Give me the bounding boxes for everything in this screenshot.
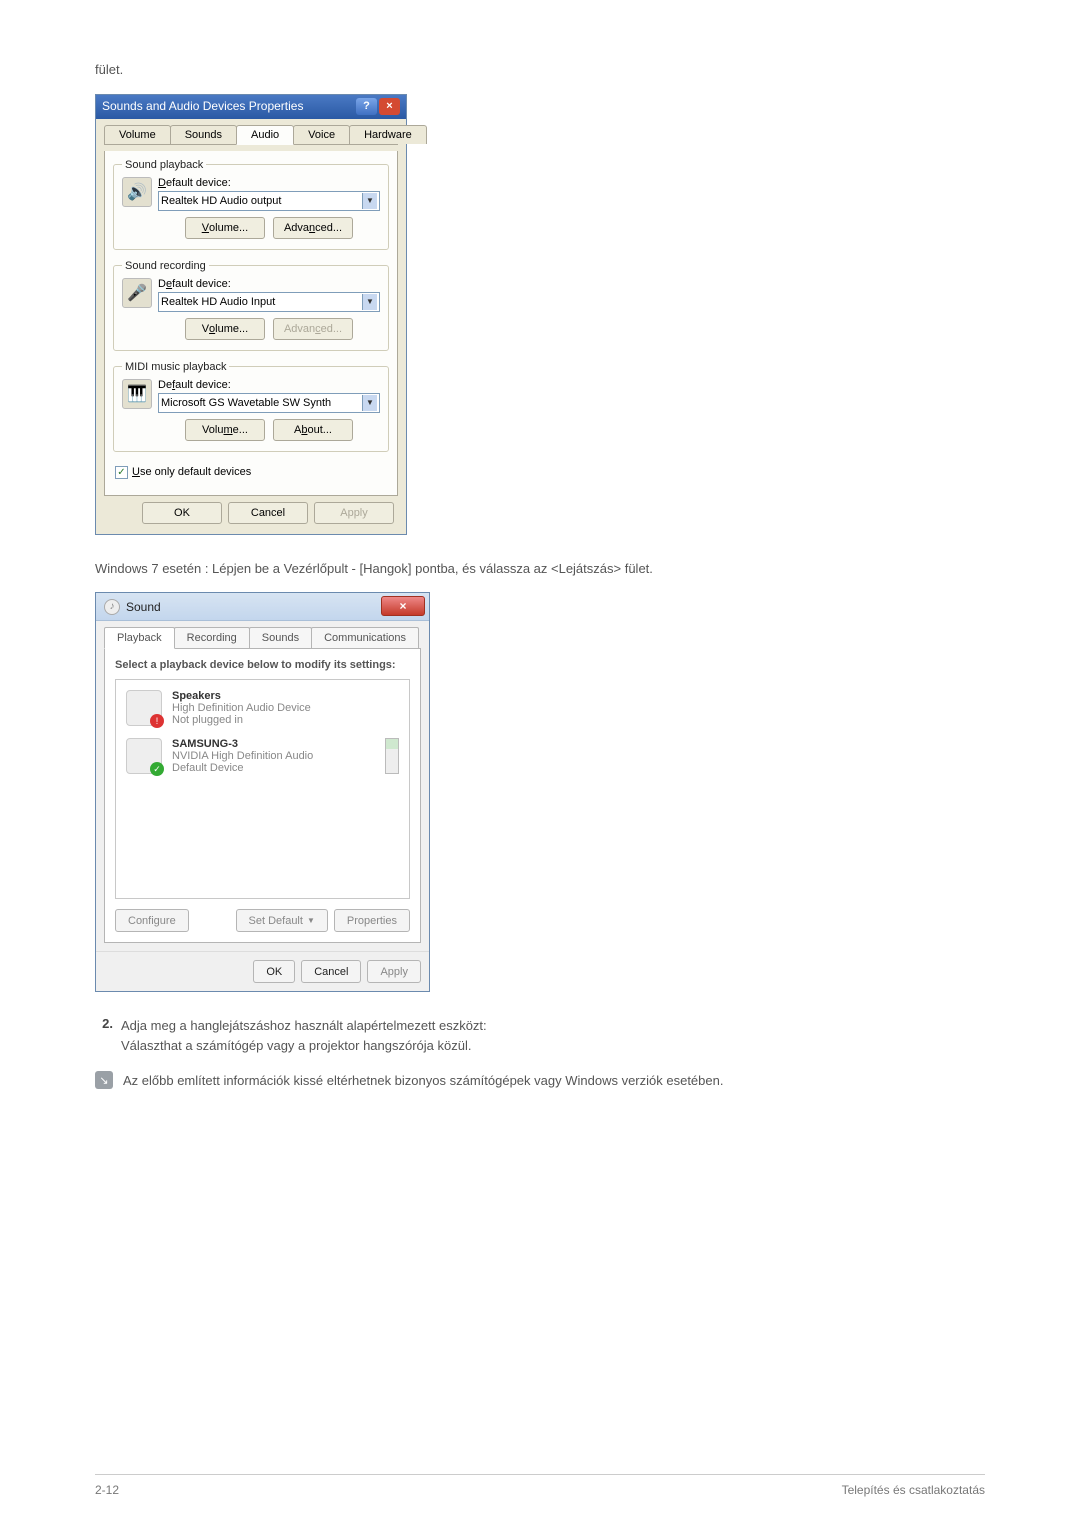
use-default-label: Use only default devices [132,466,251,478]
midi-volume-button[interactable]: Volume... [185,419,265,441]
close-icon[interactable]: × [381,596,425,616]
win7-sound-dialog: ♪ Sound × Playback Recording Sounds Comm… [95,592,430,992]
ok-button[interactable]: OK [142,502,222,524]
win7-instruction-text: Windows 7 esetén : Lépjen be a Vezérlőpu… [95,559,985,579]
device-item-samsung[interactable]: ✓ SAMSUNG-3 NVIDIA High Definition Audio… [120,732,405,780]
w7-titlebar: ♪ Sound × [96,593,429,621]
device-item-speakers[interactable]: ! Speakers High Definition Audio Device … [120,684,405,732]
group-sound-recording: Sound recording 🎤 Default device: Realte… [113,260,389,351]
xp-tabs: Volume Sounds Audio Voice Hardware [104,125,398,145]
device-status: Default Device [172,762,399,774]
recording-default-label: Default device: [158,278,380,290]
tab-sounds[interactable]: Sounds [249,627,312,648]
xp-audio-dialog: Sounds and Audio Devices Properties ? × … [95,94,407,535]
apply-button: Apply [367,960,421,983]
tab-playback[interactable]: Playback [104,627,175,649]
device-sub: High Definition Audio Device [172,702,399,714]
tab-volume[interactable]: Volume [104,125,171,144]
device-status: Not plugged in [172,714,399,726]
w7-dialog-actions: OK Cancel Apply [96,951,429,991]
midi-about-button[interactable]: About... [273,419,353,441]
playback-advanced-button[interactable]: Advanced... [273,217,353,239]
note-icon [95,1071,113,1089]
properties-button[interactable]: Properties [334,909,410,932]
tab-recording[interactable]: Recording [174,627,250,648]
cancel-button[interactable]: Cancel [228,502,308,524]
legend-recording: Sound recording [122,260,209,272]
xp-titlebar: Sounds and Audio Devices Properties ? × [96,95,406,119]
legend-midi: MIDI music playback [122,361,229,373]
chevron-down-icon: ▼ [307,916,315,925]
legend-playback: Sound playback [122,159,206,171]
cancel-button[interactable]: Cancel [301,960,361,983]
tab-hardware[interactable]: Hardware [349,125,427,144]
xp-window-title: Sounds and Audio Devices Properties [102,99,303,113]
step-line1: Adja meg a hanglejátszáshoz használt ala… [121,1016,985,1036]
page-number: 2-12 [95,1483,119,1497]
group-midi-playback: MIDI music playback 🎹 Default device: Mi… [113,361,389,452]
playback-device-select[interactable]: Realtek HD Audio output ▼ [158,191,380,211]
close-icon[interactable]: × [379,98,400,115]
playback-volume-button[interactable]: Volume... [185,217,265,239]
note-text: Az előbb említett információk kissé elté… [123,1071,985,1091]
chevron-down-icon: ▼ [362,294,377,310]
w7-window-title: Sound [126,600,161,614]
section-title: Telepítés és csatlakoztatás [842,1483,985,1497]
set-default-button[interactable]: Set Default▼ [236,909,328,932]
tab-communications[interactable]: Communications [311,627,419,648]
midi-default-label: Default device: [158,379,380,391]
step-line2: Választhat a számítógép vagy a projektor… [121,1036,985,1056]
check-badge-icon: ✓ [150,762,164,776]
recording-device-value: Realtek HD Audio Input [161,296,275,308]
use-default-devices-row[interactable]: ✓ Use only default devices [113,462,389,487]
recording-advanced-button: Advanced... [273,318,353,340]
playback-device-value: Realtek HD Audio output [161,195,281,207]
intro-text: fület. [95,60,985,80]
apply-button: Apply [314,502,394,524]
speaker-device-icon: ! [126,690,162,726]
chevron-down-icon: ▼ [362,395,377,411]
tab-sounds[interactable]: Sounds [170,125,237,144]
sound-icon: ♪ [104,599,120,615]
tab-voice[interactable]: Voice [293,125,350,144]
playback-default-label: Default device: [158,177,380,189]
microphone-icon: 🎤 [122,278,152,308]
midi-device-value: Microsoft GS Wavetable SW Synth [161,397,331,409]
device-sub: NVIDIA High Definition Audio [172,750,399,762]
midi-device-select[interactable]: Microsoft GS Wavetable SW Synth ▼ [158,393,380,413]
chevron-down-icon: ▼ [362,193,377,209]
w7-instruction: Select a playback device below to modify… [115,659,410,671]
device-name: Speakers [172,690,399,702]
xp-dialog-actions: OK Cancel Apply [104,496,398,526]
w7-tabs: Playback Recording Sounds Communications [104,627,421,649]
tab-audio[interactable]: Audio [236,125,294,145]
device-name: SAMSUNG-3 [172,738,399,750]
page-footer: 2-12 Telepítés és csatlakoztatás [95,1474,985,1497]
device-list[interactable]: ! Speakers High Definition Audio Device … [115,679,410,899]
recording-device-select[interactable]: Realtek HD Audio Input ▼ [158,292,380,312]
recording-volume-button[interactable]: Volume... [185,318,265,340]
group-sound-playback: Sound playback 🔊 Default device: Realtek… [113,159,389,250]
step-2: 2. Adja meg a hanglejátszáshoz használt … [95,1016,985,1055]
speaker-icon: 🔊 [122,177,152,207]
use-default-checkbox[interactable]: ✓ [115,466,128,479]
xp-titlebar-buttons: ? × [356,98,402,115]
error-badge-icon: ! [150,714,164,728]
level-meter-icon [385,738,399,774]
configure-button[interactable]: Configure [115,909,189,932]
ok-button[interactable]: OK [253,960,295,983]
monitor-device-icon: ✓ [126,738,162,774]
step-number: 2. [95,1016,113,1055]
help-icon[interactable]: ? [356,98,377,115]
midi-icon: 🎹 [122,379,152,409]
note-row: Az előbb említett információk kissé elté… [95,1071,985,1091]
